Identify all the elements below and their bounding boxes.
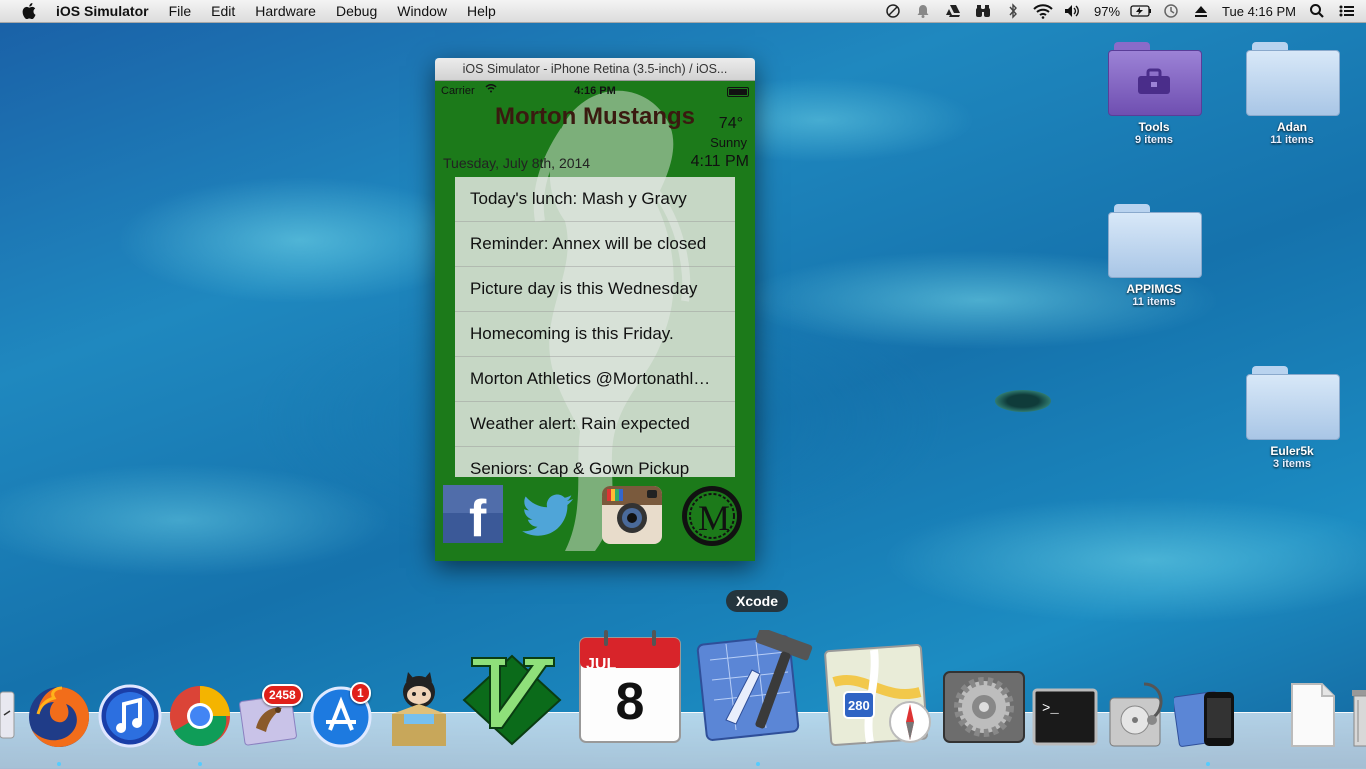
menu-help[interactable]: Help <box>457 3 506 19</box>
dock-finder-icon[interactable] <box>0 690 16 745</box>
desktop-icon-count: 9 items <box>1135 134 1173 146</box>
menu-window[interactable]: Window <box>387 3 457 19</box>
notification-bell-icon[interactable] <box>912 3 934 19</box>
battery-charging-icon[interactable] <box>1130 3 1152 19</box>
mail-badge: 2458 <box>262 684 303 706</box>
news-item[interactable]: Weather alert: Rain expected <box>455 402 735 447</box>
news-item[interactable]: Picture day is this Wednesday <box>455 267 735 312</box>
volume-icon[interactable] <box>1062 3 1084 19</box>
folder-icon <box>1108 204 1202 278</box>
dock-running-indicator <box>198 762 202 766</box>
dock-ios-simulator-icon[interactable] <box>1172 688 1242 755</box>
dock-xcode-icon[interactable] <box>696 627 820 749</box>
dock-tooltip: Xcode <box>726 590 789 612</box>
status-time: 4:16 PM <box>574 85 616 97</box>
dock-vim-icon[interactable] <box>462 654 562 751</box>
binoculars-icon[interactable] <box>972 3 994 19</box>
dock-chrome-icon[interactable] <box>168 684 232 753</box>
wifi-icon[interactable] <box>1032 3 1054 19</box>
dock-document-icon[interactable] <box>1288 680 1338 755</box>
bluetooth-icon[interactable] <box>1002 3 1024 19</box>
menu-bar: iOS Simulator File Edit Hardware Debug W… <box>0 0 1366 23</box>
time-machine-icon[interactable] <box>1160 3 1182 19</box>
social-links-bar: f M <box>435 485 755 549</box>
do-not-disturb-icon[interactable] <box>882 3 904 19</box>
dock-github-icon[interactable] <box>384 670 454 755</box>
menu-app-name[interactable]: iOS Simulator <box>52 3 159 19</box>
battery-icon <box>727 87 749 97</box>
news-item[interactable]: Today's lunch: Mash y Gravy <box>455 177 735 222</box>
dock-system-preferences-icon[interactable] <box>942 670 1026 749</box>
facebook-letter: f <box>469 490 487 548</box>
iphone-screen: Carrier 4:16 PM Morton Mustangs 74° Sunn… <box>435 81 755 561</box>
dock-running-indicator <box>756 762 760 766</box>
desktop-folder-appimgs[interactable]: APPIMGS 11 items <box>1099 204 1209 308</box>
dock-calendar-icon[interactable]: JUL 8 <box>574 626 686 751</box>
dock-itunes-icon[interactable] <box>98 684 162 753</box>
dock-firefox-icon[interactable] <box>26 684 92 755</box>
desktop-folder-tools[interactable]: Tools 9 items <box>1099 42 1209 146</box>
news-item[interactable]: Seniors: Cap & Gown Pickup <box>455 447 735 477</box>
menu-debug[interactable]: Debug <box>326 3 387 19</box>
appstore-badge: 1 <box>350 682 371 704</box>
logo-letter: M <box>698 498 731 538</box>
eject-icon[interactable] <box>1190 3 1212 19</box>
desktop-icon-name: Adan <box>1277 120 1307 134</box>
calendar-day: 8 <box>615 673 645 731</box>
instagram-icon[interactable] <box>601 485 662 545</box>
news-item[interactable]: Homecoming is this Friday. <box>455 312 735 357</box>
school-title: Morton Mustangs <box>495 103 695 130</box>
news-list[interactable]: Today's lunch: Mash y Gravy Reminder: An… <box>455 177 735 477</box>
twitter-icon[interactable] <box>519 485 579 545</box>
spotlight-search-icon[interactable] <box>1306 3 1328 19</box>
dock-terminal-icon[interactable]: >_ <box>1032 688 1098 751</box>
dock-disk-utility-icon[interactable] <box>1104 680 1170 755</box>
folder-icon <box>1246 42 1340 116</box>
desktop-folder-adan[interactable]: Adan 11 items <box>1237 42 1347 146</box>
desktop-icon-name: Tools <box>1138 120 1170 134</box>
menu-file[interactable]: File <box>159 3 202 19</box>
desktop-icon-name: APPIMGS <box>1126 282 1182 296</box>
desktop-icon-count: 11 items <box>1270 134 1314 146</box>
desktop-icon-count: 3 items <box>1273 458 1311 470</box>
facebook-icon[interactable]: f <box>443 485 503 548</box>
current-time: 4:11 PM <box>690 153 749 170</box>
dock-appstore-icon[interactable]: 1 <box>310 682 372 753</box>
dock-maps-icon[interactable]: 280 <box>824 642 938 755</box>
apple-menu-icon[interactable] <box>20 2 38 20</box>
dock-running-indicator <box>1206 762 1210 766</box>
maps-shield-number: 280 <box>848 698 870 713</box>
notification-center-icon[interactable] <box>1336 3 1358 19</box>
news-item[interactable]: Morton Athletics @Mortonathletics <box>455 357 735 402</box>
dock-mail-icon[interactable]: 2458 <box>238 684 303 753</box>
battery-percent: 97% <box>1094 3 1121 19</box>
ios-simulator-window: iOS Simulator - iPhone Retina (3.5-inch)… <box>435 58 755 561</box>
svg-text:>_: >_ <box>1042 701 1059 717</box>
dock-running-indicator <box>57 762 61 766</box>
menu-clock[interactable]: Tue 4:16 PM <box>1222 4 1296 19</box>
desktop-icon-count: 11 items <box>1132 296 1176 308</box>
weather-condition: Sunny <box>710 135 747 150</box>
desktop-folder-euler5k[interactable]: Euler5k 3 items <box>1237 366 1347 470</box>
island-decoration <box>995 390 1051 412</box>
temperature: 74° <box>718 115 743 132</box>
news-item[interactable]: Reminder: Annex will be closed <box>455 222 735 267</box>
dock-trash-icon[interactable] <box>1350 688 1366 753</box>
google-drive-icon[interactable] <box>942 3 964 19</box>
menu-edit[interactable]: Edit <box>201 3 245 19</box>
morton-logo-icon[interactable]: M <box>681 485 742 546</box>
toolbox-folder-icon <box>1108 42 1202 116</box>
menu-extras: 97% Tue 4:16 PM <box>878 0 1366 22</box>
menu-hardware[interactable]: Hardware <box>245 3 326 19</box>
folder-icon <box>1246 366 1340 440</box>
desktop-icon-name: Euler5k <box>1270 444 1314 458</box>
current-date: Tuesday, July 8th, 2014 <box>443 155 591 171</box>
window-title[interactable]: iOS Simulator - iPhone Retina (3.5-inch)… <box>435 58 755 81</box>
ios-status-bar: Carrier 4:16 PM <box>435 81 755 101</box>
